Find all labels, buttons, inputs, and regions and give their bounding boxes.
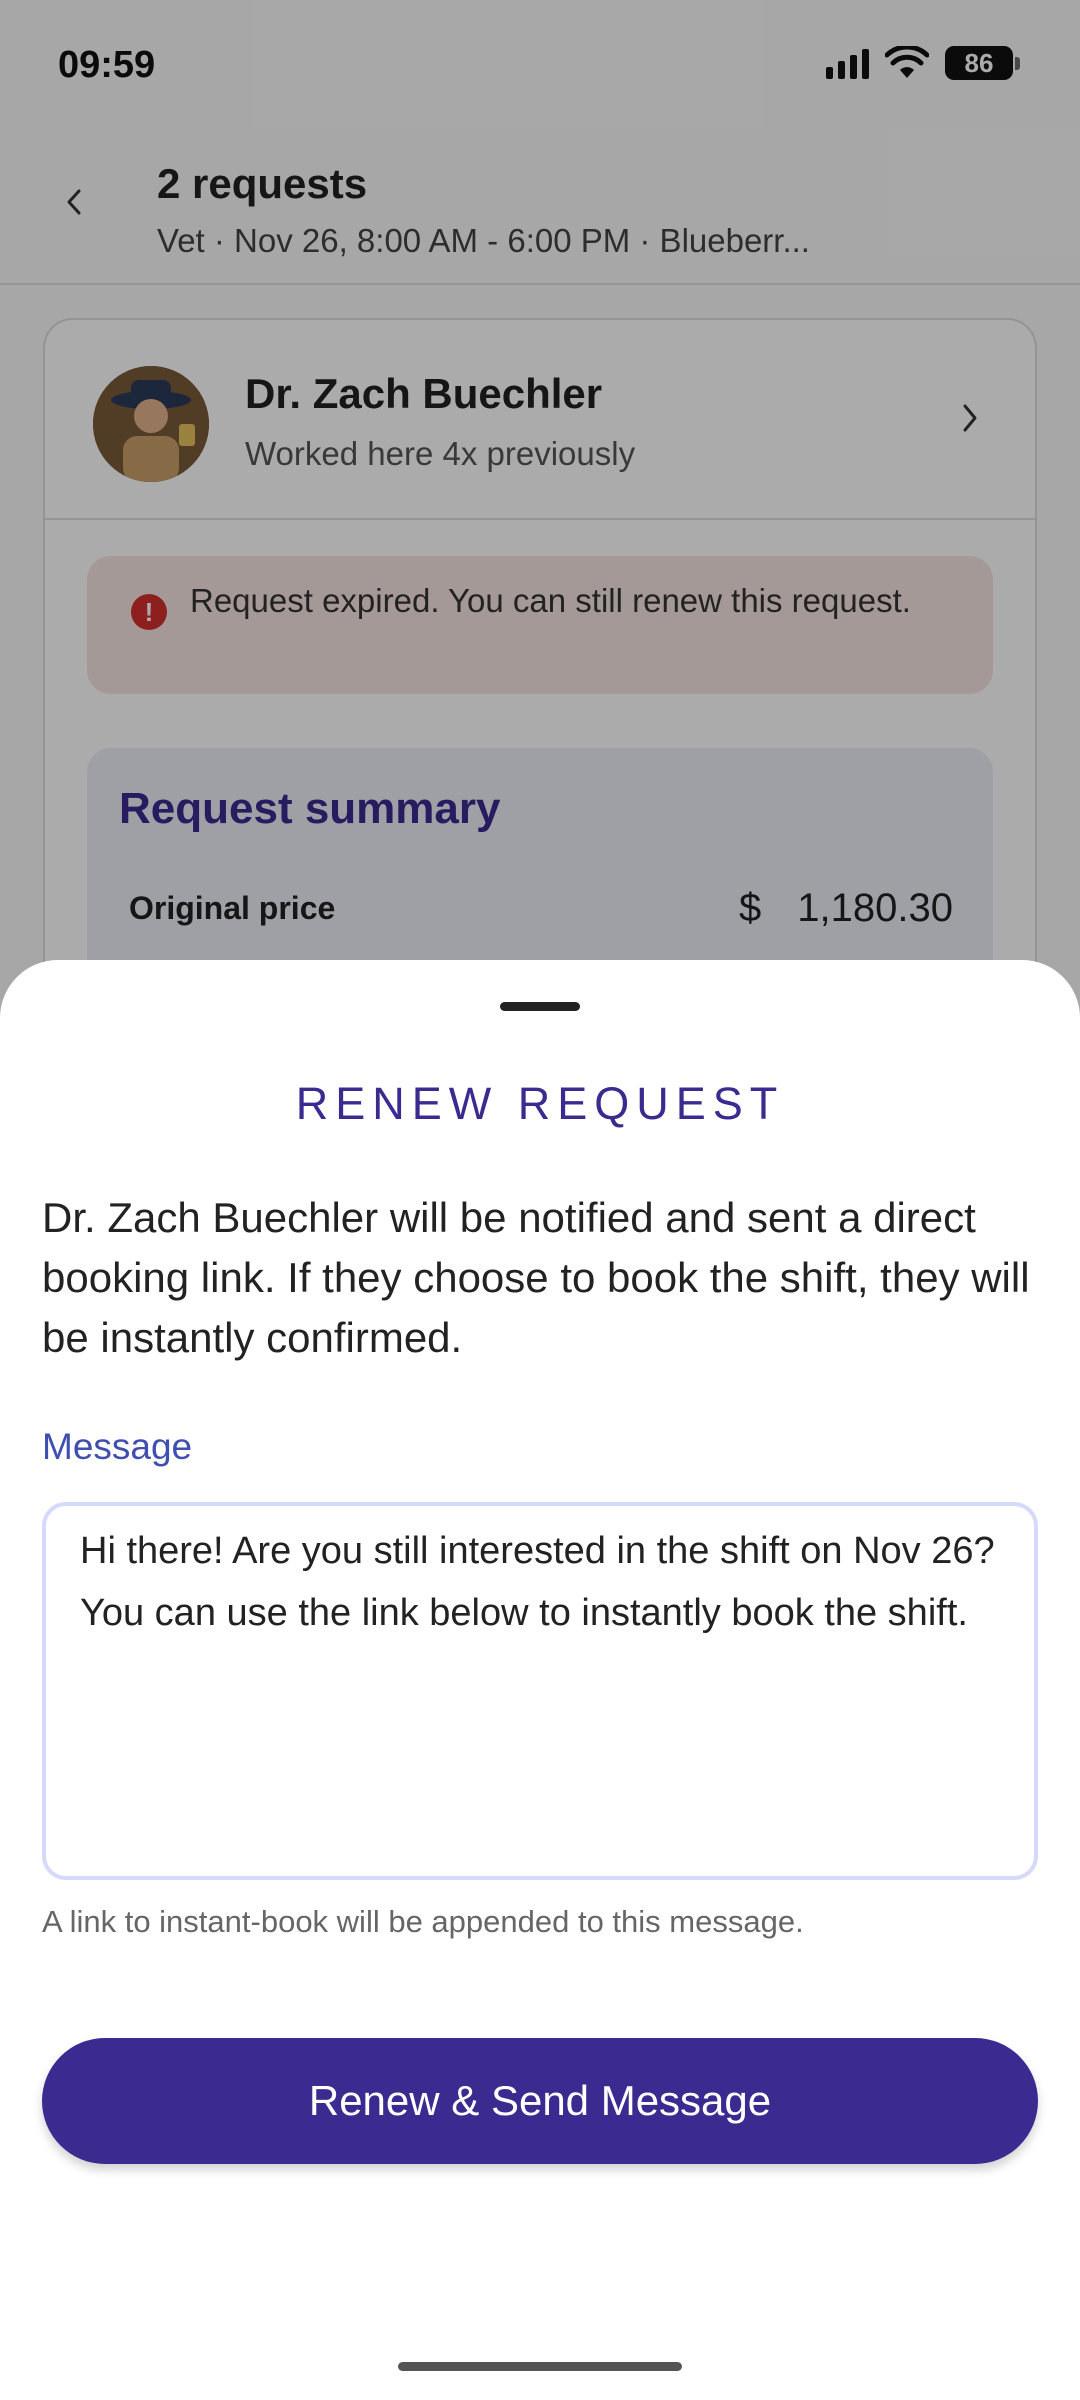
renew-request-sheet: RENEW REQUEST Dr. Zach Buechler will be …: [0, 960, 1080, 2400]
renew-send-button[interactable]: Renew & Send Message: [42, 2038, 1038, 2164]
sheet-title: RENEW REQUEST: [295, 1078, 785, 1129]
helper-text: A link to instant-book will be appended …: [42, 1904, 804, 1939]
sheet-description: Dr. Zach Buechler will be notified and s…: [42, 1194, 1030, 1361]
message-label: Message: [42, 1426, 193, 1467]
drag-handle[interactable]: [500, 1002, 580, 1011]
message-input[interactable]: Hi there! Are you still interested in th…: [42, 1502, 1038, 1880]
home-indicator: [398, 2362, 682, 2371]
